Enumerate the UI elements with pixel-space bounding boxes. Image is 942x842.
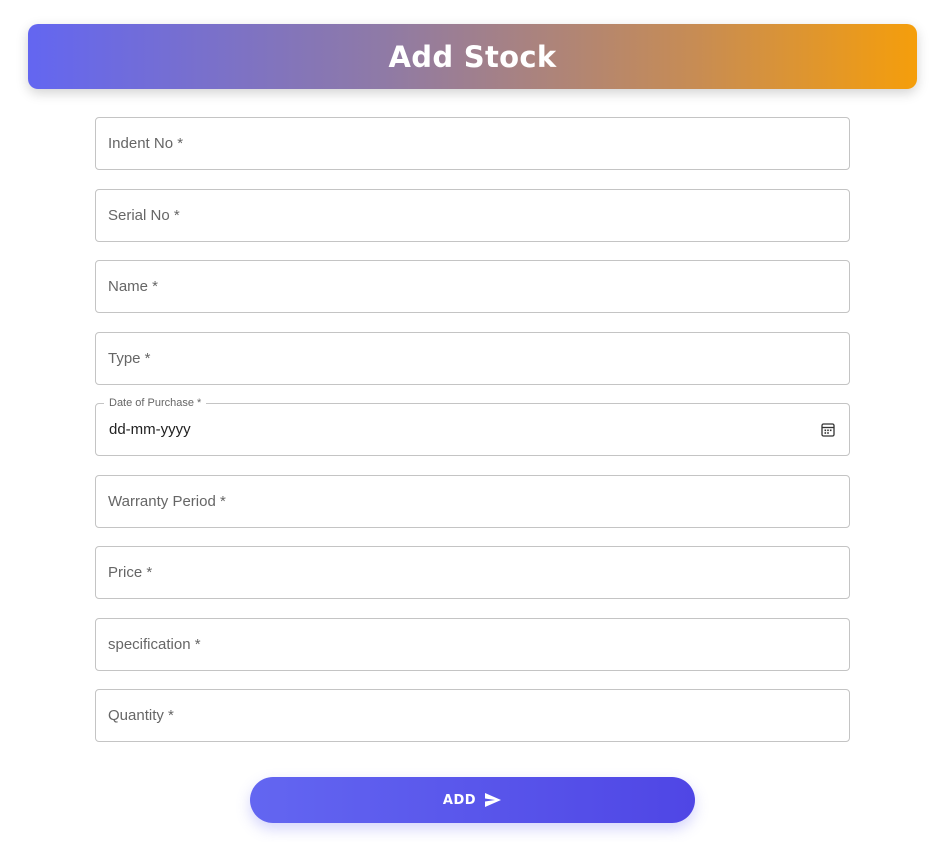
warranty-period-field[interactable]: Warranty Period * bbox=[95, 474, 850, 528]
serial-no-field[interactable]: Serial No * bbox=[95, 188, 850, 242]
serial-no-label: Serial No * bbox=[108, 206, 180, 224]
add-button[interactable]: ADD bbox=[250, 777, 695, 823]
warranty-period-label: Warranty Period * bbox=[108, 492, 226, 510]
add-stock-page: Add Stock Indent No * Serial No * Name *… bbox=[0, 0, 942, 842]
add-stock-form: Indent No * Serial No * Name * Type * Da… bbox=[95, 117, 850, 761]
add-button-label: ADD bbox=[442, 792, 477, 808]
type-field[interactable]: Type * bbox=[95, 331, 850, 385]
quantity-field[interactable]: Quantity * bbox=[95, 689, 850, 742]
price-label: Price * bbox=[108, 564, 153, 581]
page-title: Add Stock bbox=[388, 39, 557, 74]
page-header: Add Stock bbox=[28, 24, 917, 89]
indent-no-field[interactable]: Indent No * bbox=[95, 117, 850, 170]
indent-no-label: Indent No * bbox=[108, 135, 184, 152]
quantity-label: Quantity * bbox=[108, 707, 174, 724]
specification-field[interactable]: specification * bbox=[95, 617, 850, 671]
calendar-icon[interactable] bbox=[821, 422, 835, 437]
price-field[interactable]: Price * bbox=[95, 546, 850, 599]
date-of-purchase-label: Date of Purchase * bbox=[104, 397, 207, 410]
date-of-purchase-value: dd-mm-yyyy bbox=[109, 421, 191, 438]
specification-label: specification * bbox=[108, 635, 201, 653]
date-of-purchase-field[interactable]: Date of Purchase * dd-mm-yyyy bbox=[95, 397, 850, 456]
type-label: Type * bbox=[108, 349, 151, 367]
name-field[interactable]: Name * bbox=[95, 260, 850, 313]
name-label: Name * bbox=[108, 278, 159, 295]
send-icon bbox=[485, 793, 502, 807]
